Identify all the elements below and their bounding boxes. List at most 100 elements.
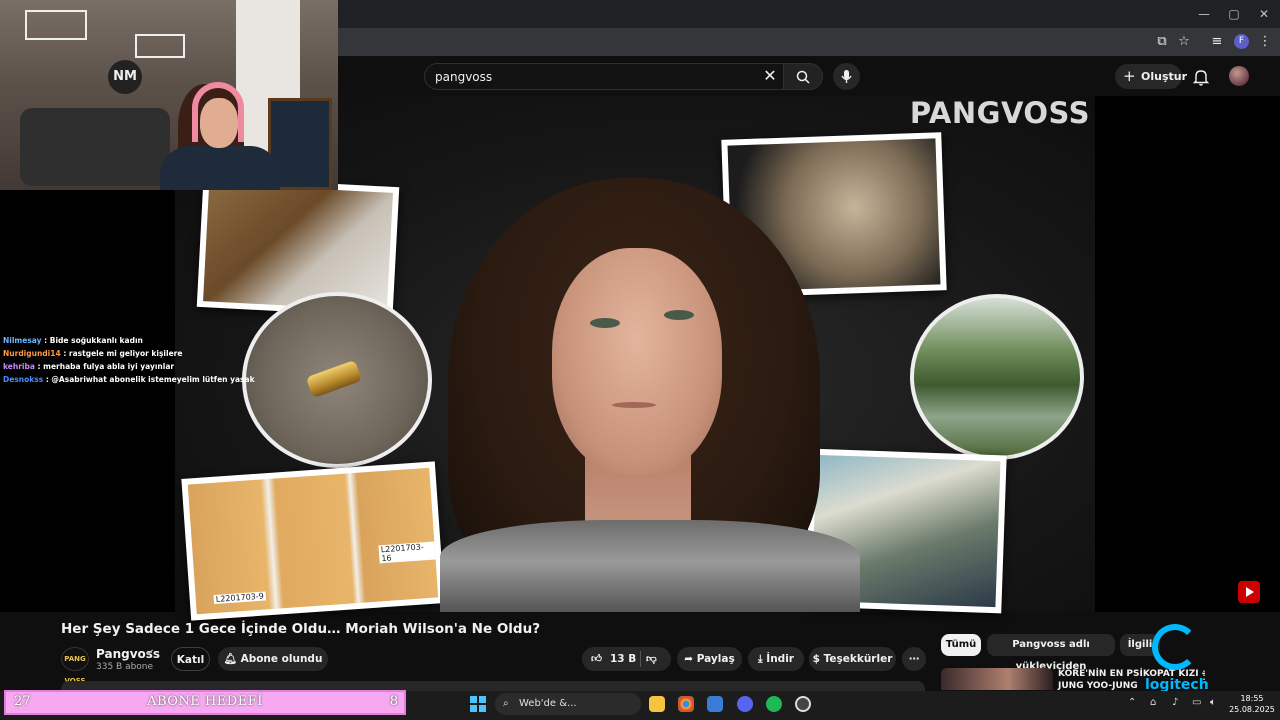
subscribed-label: Abone olundu [240, 653, 323, 665]
evidence-photo-floor [196, 176, 400, 318]
chat-username: Desnokss [3, 375, 44, 384]
chat-username: Nurdigundi14 [3, 349, 61, 358]
sofa [20, 108, 170, 186]
search-input[interactable] [435, 68, 735, 86]
search-icon [796, 70, 810, 84]
chat-text: : Bide soğukkanlı kadın [44, 336, 143, 345]
bookmark-star-icon[interactable]: ☆ [1174, 32, 1194, 52]
chrome-icon[interactable] [678, 696, 694, 712]
logitech-g-logo [1152, 624, 1198, 670]
subscriber-count: 335 B abone [96, 662, 154, 672]
create-button[interactable]: + Oluştur [1115, 64, 1187, 89]
goal-current: 27 [14, 694, 31, 709]
plus-icon: + [1123, 67, 1136, 85]
browser-menu-icon[interactable]: ⋮ [1255, 32, 1275, 52]
clear-search-icon[interactable]: ✕ [760, 66, 780, 86]
chat-message: Nurdigundi14 : rastgele mi geliyor kişil… [0, 347, 340, 360]
windows-start-icon[interactable] [470, 696, 486, 712]
wall-shelf [135, 34, 185, 58]
chip-all[interactable]: Tümü [941, 634, 981, 656]
like-divider [640, 651, 641, 667]
share-button[interactable]: ➦ Paylaş [677, 647, 742, 671]
envelope-tag: L2201703-16 [378, 541, 436, 564]
streamer-webcam: NM [0, 0, 338, 190]
create-label: Oluştur [1141, 70, 1188, 83]
envelope-tag: L2201703-9 [213, 591, 267, 605]
streamer-body [160, 146, 280, 190]
tray-expand-icon[interactable]: ⌃ [1128, 697, 1136, 708]
browser-profile-icon[interactable]: F [1234, 34, 1249, 49]
join-button[interactable]: Katıl [171, 647, 210, 671]
thumbs-down-icon[interactable]: 👎︎ [646, 647, 657, 671]
evidence-photo-street [910, 294, 1084, 460]
portrait-eye [664, 310, 694, 320]
bell-icon: 🔔︎ [223, 653, 241, 665]
youtube-logo-icon [1238, 581, 1260, 603]
thanks-label: Teşekkürler [823, 653, 893, 665]
chat-text: : merhaba fulya abla iyi yayınlar [37, 362, 175, 371]
chat-text: : @Asabriwhat abonelik istemeyelim lütfe… [45, 375, 255, 384]
chat-message: Desnokss : @Asabriwhat abonelik istemeye… [0, 373, 340, 386]
recommended-video-thumbnail[interactable] [941, 668, 1053, 690]
download-button[interactable]: ⤓ İndir [748, 647, 804, 671]
spotify-icon[interactable] [766, 696, 782, 712]
microphone-icon [841, 70, 852, 83]
chat-message: kehriba : merhaba fulya abla iyi yayınla… [0, 360, 340, 373]
chat-text: : rastgele mi geliyor kişilere [63, 349, 183, 358]
channel-avatar[interactable]: PANG VOSS [61, 647, 89, 685]
verified-badge-icon: ✔ [146, 648, 155, 659]
stream-chat: Nilmesay : Bide soğukkanlı kadın Nurdigu… [0, 334, 340, 386]
clock-time: 18:55 [1240, 694, 1264, 703]
obs-icon[interactable] [795, 696, 811, 712]
display-icon[interactable]: ▭ [1192, 697, 1201, 708]
like-dislike-group: 👍︎ 13 B 👎︎ [582, 647, 671, 671]
media-controls-icon[interactable]: ≡ [1207, 32, 1227, 52]
wall-shelf [25, 10, 87, 40]
volume-icon[interactable]: 🔈︎ [1210, 697, 1216, 708]
video-title: Her Şey Sadece 1 Gece İçinde Oldu… Moria… [61, 621, 541, 637]
evidence-photo-envelopes: L2201703-9 L2201703-16 [181, 461, 445, 621]
install-app-icon[interactable]: ⧉ [1152, 32, 1172, 52]
notifications-bell-icon[interactable] [1190, 66, 1212, 88]
streamer-logo: NM [108, 60, 142, 94]
close-window-button[interactable]: ✕ [1254, 4, 1274, 24]
search-icon: ⌕ [503, 698, 509, 709]
minimize-button[interactable]: — [1194, 4, 1214, 24]
taskbar-clock[interactable]: 18:55 25.08.2025 [1228, 693, 1276, 715]
chip-from-uploader[interactable]: Pangvoss adlı yükleyiciden [987, 634, 1115, 672]
discord-icon[interactable] [737, 696, 753, 712]
chat-username: Nilmesay [3, 336, 42, 345]
chat-message: Nilmesay : Bide soğukkanlı kadın [0, 334, 340, 347]
portrait-mouth [612, 402, 656, 408]
subscriber-goal-bar: ABONE HEDEFİ 27 8 [4, 690, 406, 715]
app-icon[interactable] [707, 696, 723, 712]
clock-date: 25.08.2025 [1229, 705, 1275, 714]
goal-label: ABONE HEDEFİ [147, 694, 263, 709]
network-icon[interactable]: ⌂ [1150, 697, 1156, 708]
taskbar-search-label: Web'de &... [519, 698, 577, 709]
thumbs-up-icon[interactable]: 👍︎ [591, 647, 602, 671]
download-label: İndir [766, 653, 794, 665]
headset-icon [192, 82, 244, 142]
search-box [424, 63, 786, 90]
search-button[interactable] [783, 63, 823, 90]
portrait-face [552, 248, 722, 474]
portrait-shirt [440, 520, 860, 612]
file-explorer-icon[interactable] [649, 696, 665, 712]
like-count[interactable]: 13 B [610, 647, 636, 671]
more-actions-button[interactable]: ⋯ [902, 647, 926, 671]
account-avatar[interactable] [1229, 66, 1249, 86]
share-label: Paylaş [696, 653, 735, 665]
goal-target: 8 [389, 694, 398, 709]
taskbar-search[interactable]: ⌕ Web'de &... [495, 693, 641, 715]
channel-watermark: PANGVOSS [909, 96, 1090, 130]
maximize-button[interactable]: ▢ [1224, 4, 1244, 24]
chat-username: kehriba [3, 362, 35, 371]
microphone-tray-icon[interactable]: ♪ [1172, 697, 1178, 708]
thanks-button[interactable]: $ Teşekkürler [809, 647, 896, 671]
subscribed-button[interactable]: 🔔︎ Abone olundu ⌄ [218, 647, 328, 689]
share-icon: ➦ [684, 653, 697, 665]
super-thanks-icon: $ [812, 653, 824, 665]
voice-search-button[interactable] [833, 63, 860, 90]
portrait-eye [590, 318, 620, 328]
